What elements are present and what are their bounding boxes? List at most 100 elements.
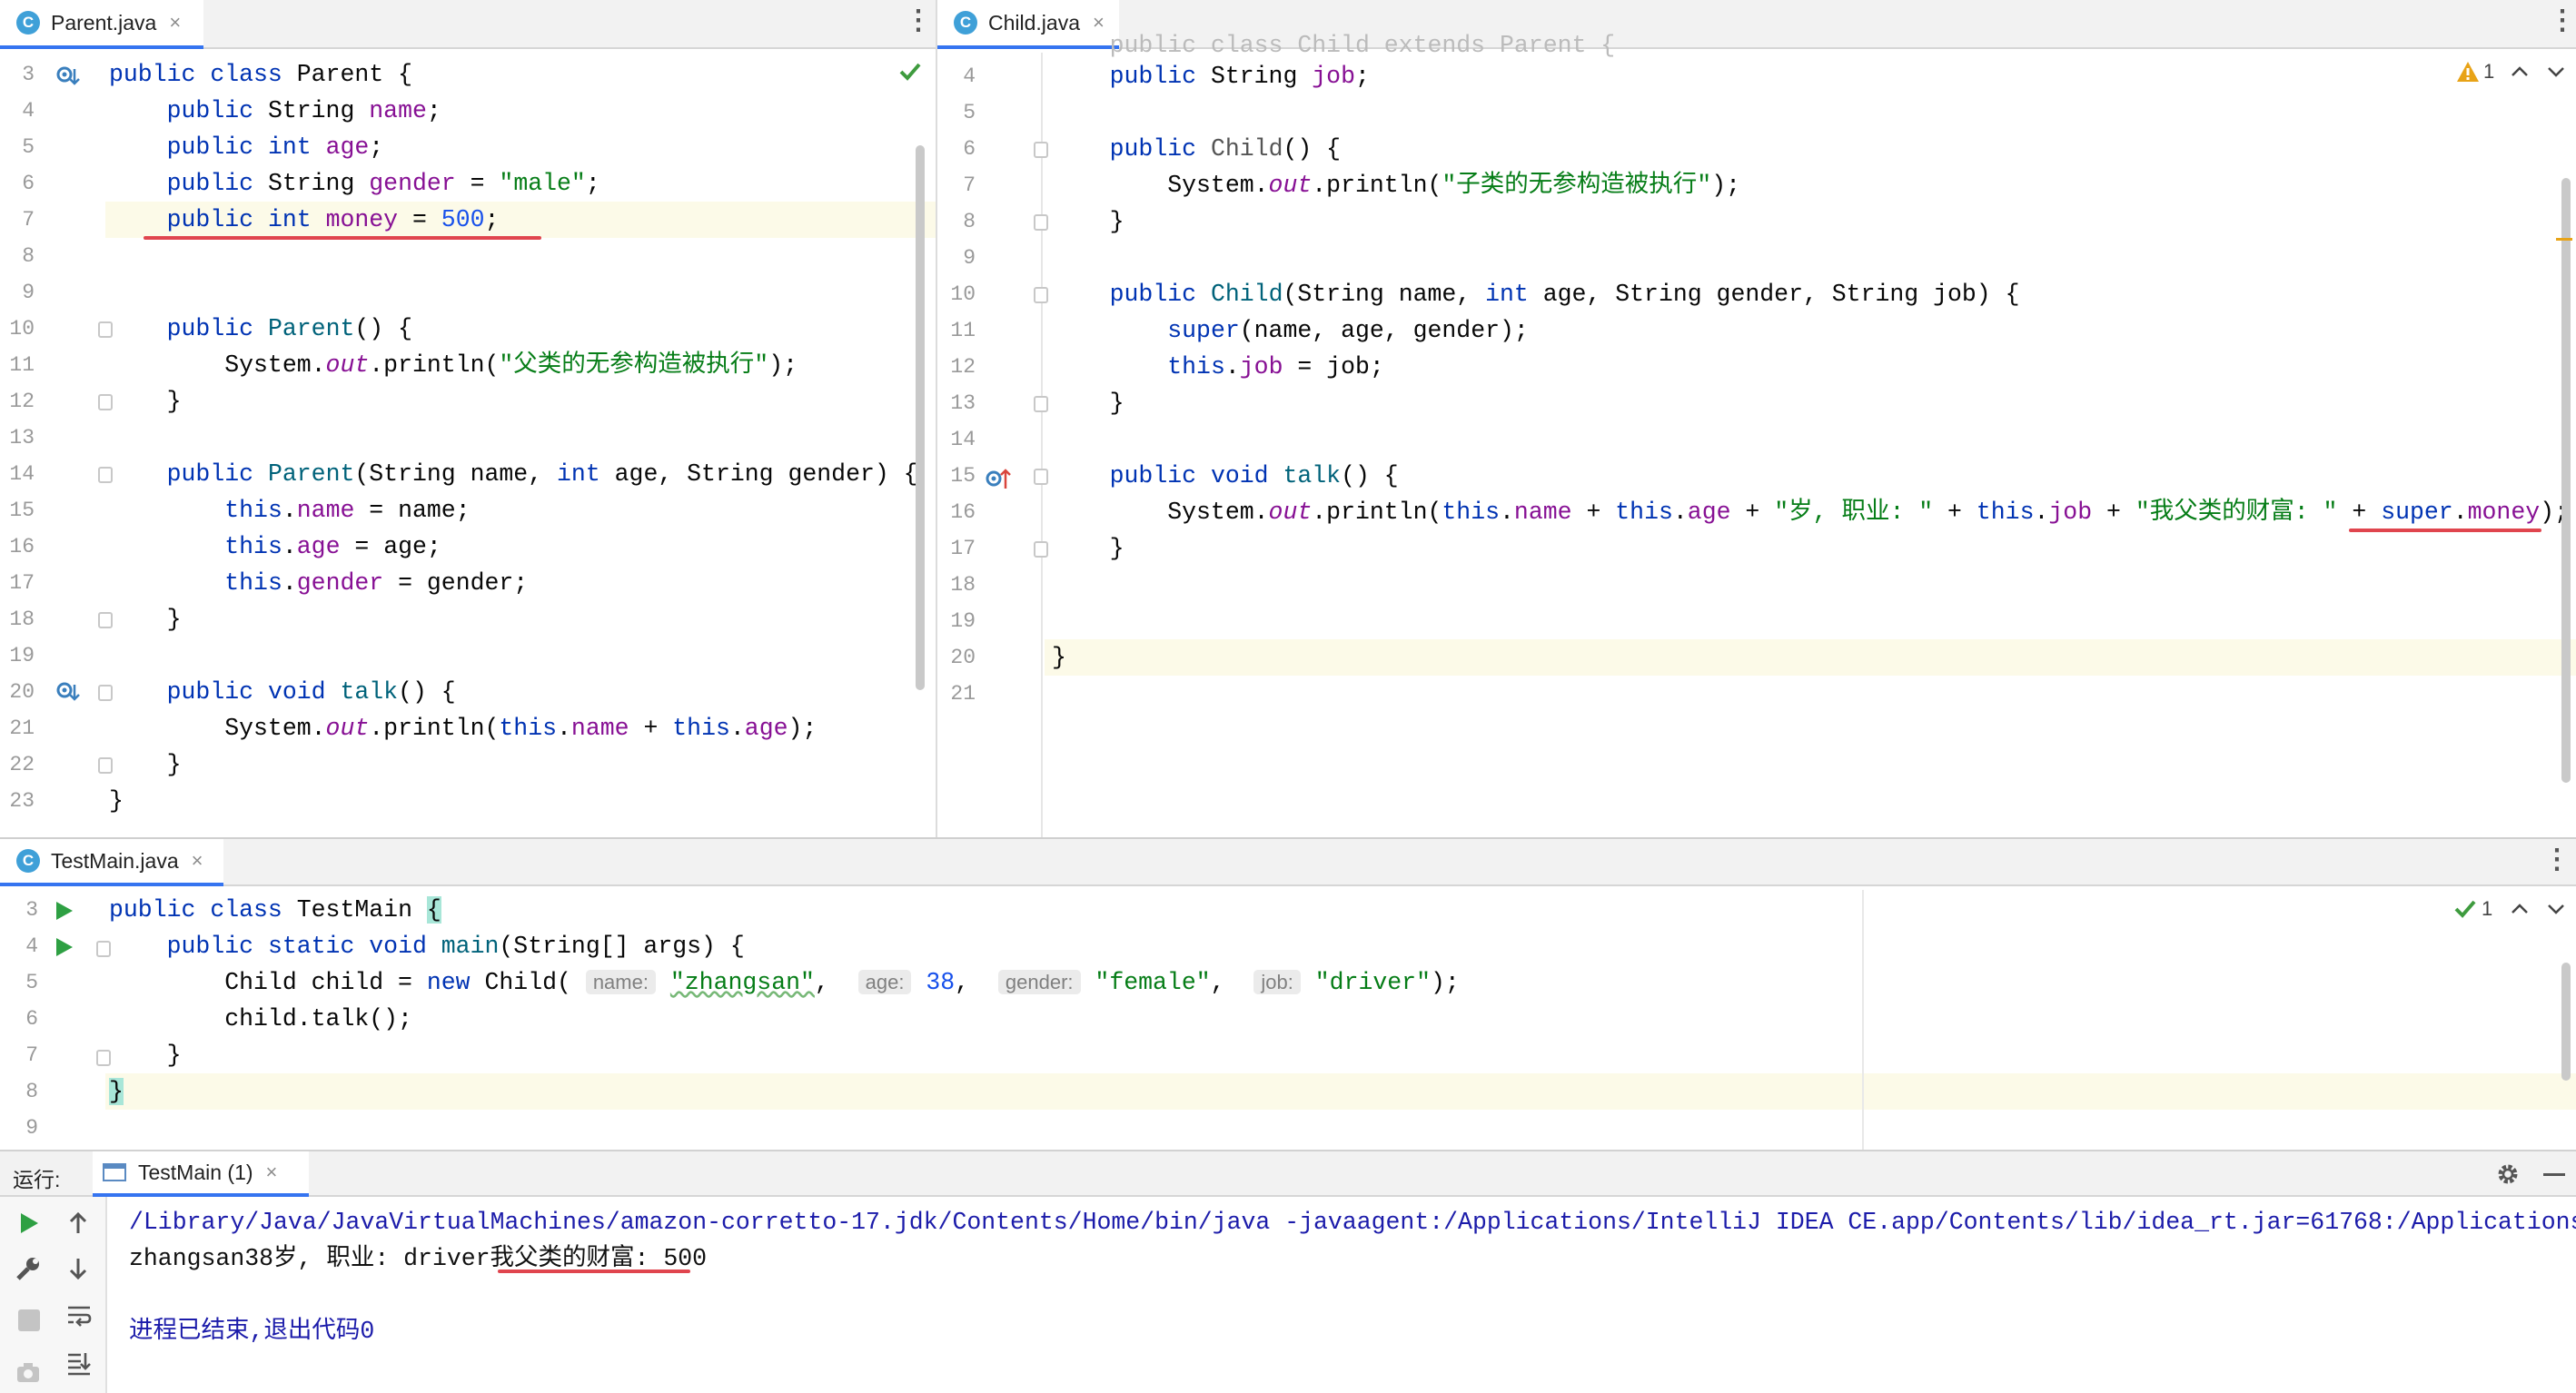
fold-icon[interactable]	[1034, 142, 1048, 158]
check-icon	[2454, 900, 2476, 918]
chevron-up-icon[interactable]	[2509, 899, 2531, 919]
code-line: public class Parent {	[109, 61, 412, 88]
annotation-underline	[2349, 529, 2541, 532]
more-vertical-icon[interactable]: ⋮	[2549, 7, 2576, 35]
line-number: 5	[963, 101, 976, 124]
chevron-up-icon[interactable]	[2509, 62, 2531, 82]
line-number: 11	[950, 319, 976, 342]
more-vertical-icon[interactable]: ⋮	[905, 7, 932, 35]
arrow-down-icon[interactable]	[65, 1255, 91, 1282]
stop-icon[interactable]	[18, 1309, 40, 1331]
tab-parent-java[interactable]: C Parent.java ×	[0, 0, 203, 49]
console-line: /Library/Java/JavaVirtualMachines/amazon…	[129, 1209, 2576, 1236]
line-number: 3	[25, 898, 38, 922]
code-line: public void talk() {	[166, 678, 456, 706]
tab-testmain-java[interactable]: C TestMain.java ×	[0, 839, 223, 886]
line-number: 17	[950, 537, 976, 560]
line-number: 13	[9, 426, 35, 450]
fold-icon[interactable]	[1034, 469, 1048, 485]
overridden-icon[interactable]	[54, 64, 80, 89]
soft-wrap-icon[interactable]	[65, 1302, 93, 1329]
run-tool-header: 运行: TestMain (1) ×	[0, 1150, 2576, 1197]
vertical-scrollbar[interactable]	[916, 145, 925, 690]
fold-icon[interactable]	[1034, 396, 1048, 412]
line-number: 22	[9, 753, 35, 776]
parent-tab-bar: C Parent.java × ⋮	[0, 0, 936, 49]
parent-code[interactable]: public class Parent { public String name…	[105, 56, 936, 837]
line-number: 20	[9, 680, 35, 704]
line-number: 16	[9, 535, 35, 558]
child-gutter: 4 5 6 7 8 9 10 11 12 13 14 15 16 17 18 19 20 21	[937, 53, 1043, 837]
line-number: 4	[22, 99, 35, 123]
tab-label: TestMain.java	[51, 848, 179, 873]
tab-label: Parent.java	[51, 10, 157, 35]
rerun-icon[interactable]	[16, 1210, 42, 1237]
scroll-end-icon[interactable]	[65, 1349, 93, 1377]
line-number: 7	[963, 173, 976, 197]
caret-line-highlight	[105, 1073, 2576, 1110]
chevron-down-icon[interactable]	[2545, 62, 2567, 82]
run-icon[interactable]	[53, 899, 74, 923]
arrow-up-icon[interactable]	[65, 1210, 91, 1237]
minimize-icon[interactable]	[2543, 1173, 2565, 1176]
line-number: 14	[9, 462, 35, 486]
testmain-code[interactable]: public class TestMain { public static vo…	[105, 892, 2576, 1150]
child-code[interactable]: public class Child extends Parent { publ…	[1045, 32, 2576, 837]
line-number: 21	[9, 716, 35, 740]
line-number: 18	[950, 573, 976, 597]
fold-icon[interactable]	[1034, 541, 1048, 558]
right-margin-guide	[1862, 890, 1864, 1150]
wrench-icon[interactable]	[15, 1255, 42, 1282]
fold-icon[interactable]	[1034, 287, 1048, 303]
code-line: public Child(String name, int age, Strin…	[1109, 281, 2020, 308]
tab-run-testmain[interactable]: TestMain (1) ×	[93, 1151, 309, 1197]
testmain-tab-bar: C TestMain.java × ⋮	[0, 839, 2576, 886]
class-c-icon: C	[954, 11, 977, 35]
code-line: this.job = job;	[1167, 353, 1384, 380]
run-icon[interactable]	[53, 935, 74, 959]
code-line: }	[1052, 535, 1125, 562]
run-tab-label: TestMain (1)	[138, 1160, 253, 1184]
code-line: this.gender = gender;	[224, 569, 529, 597]
more-vertical-icon[interactable]: ⋮	[2543, 846, 2571, 874]
warning-icon[interactable]	[2456, 60, 2480, 84]
close-icon[interactable]: ×	[266, 1161, 278, 1184]
vertical-scrollbar[interactable]	[2561, 178, 2571, 783]
code-line: child.talk();	[109, 1005, 412, 1032]
warning-count: 1	[2483, 60, 2495, 83]
fold-icon[interactable]	[1034, 214, 1048, 231]
run-toolbar	[0, 1197, 107, 1393]
code-line: public static void main(String[] args) {	[166, 933, 745, 960]
line-number: 15	[950, 464, 976, 488]
camera-icon[interactable]	[15, 1358, 42, 1386]
line-number: 16	[950, 500, 976, 524]
check-icon	[899, 63, 921, 81]
console-icon	[103, 1163, 126, 1181]
caret-line-highlight	[1045, 639, 2576, 676]
line-number: 7	[25, 1043, 38, 1067]
override-icon[interactable]	[985, 465, 1014, 492]
line-number: 15	[9, 499, 35, 522]
line-number: 9	[22, 281, 35, 304]
code-line: System.out.println("子类的无参构造被执行");	[1052, 172, 1741, 199]
line-number: 14	[950, 428, 976, 451]
line-number: 9	[963, 246, 976, 270]
class-c-icon: C	[16, 11, 40, 35]
overridden-icon[interactable]	[54, 679, 80, 705]
code-line: }	[109, 751, 182, 778]
close-icon[interactable]: ×	[169, 11, 181, 35]
code-line: public String job;	[1109, 63, 1370, 90]
line-number: 19	[9, 644, 35, 667]
vertical-scrollbar[interactable]	[2561, 963, 2571, 1081]
line-number: 3	[22, 63, 35, 86]
annotation-underline	[144, 236, 541, 240]
chevron-down-icon[interactable]	[2545, 899, 2567, 919]
line-number: 6	[963, 137, 976, 161]
run-console: /Library/Java/JavaVirtualMachines/amazon…	[0, 1197, 2576, 1393]
line-number: 20	[950, 646, 976, 669]
code-line: public String name;	[166, 97, 441, 124]
scroll-marker	[2556, 238, 2572, 241]
close-icon[interactable]: ×	[192, 849, 203, 873]
gear-icon[interactable]	[2494, 1161, 2522, 1188]
line-number: 6	[22, 172, 35, 195]
